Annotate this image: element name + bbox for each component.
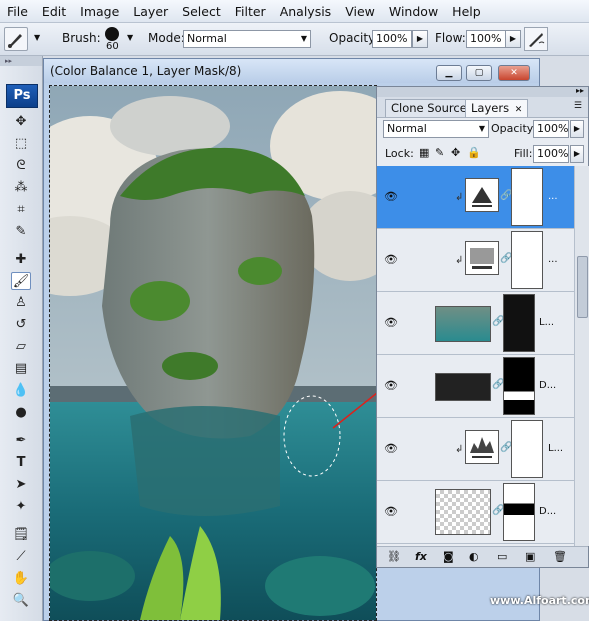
clip-arrow-icon: ↲ bbox=[455, 444, 464, 455]
layer-mask-thumbnail[interactable] bbox=[511, 420, 543, 478]
layer-row-image-1[interactable]: 👁 🔗 L... bbox=[377, 292, 574, 355]
scrollbar-thumb[interactable] bbox=[577, 256, 588, 318]
layer-style-icon[interactable]: fx bbox=[415, 550, 427, 563]
layer-name[interactable]: D... bbox=[539, 380, 556, 391]
delete-layer-icon[interactable]: 🗑 bbox=[553, 550, 567, 563]
close-tab-icon[interactable]: ✕ bbox=[515, 105, 523, 115]
adjustment-thumbnail bbox=[465, 178, 499, 212]
layer-row-image-3[interactable]: 👁 🔗 D... bbox=[377, 481, 574, 544]
layer-opacity-input[interactable]: 100% bbox=[533, 120, 569, 138]
clip-arrow-icon: ↲ bbox=[455, 255, 464, 266]
visibility-eye-icon[interactable]: 👁 bbox=[383, 379, 399, 392]
tab-layers[interactable]: Layers ✕ bbox=[465, 99, 529, 117]
layer-opacity-label: Opacity: bbox=[491, 122, 537, 135]
link-layers-icon[interactable]: ⛓ bbox=[387, 550, 401, 563]
layers-footer: ⛓ fx ◙ ◐ ▭ ▣ 🗑 bbox=[377, 546, 588, 567]
layer-list-scrollbar[interactable] bbox=[574, 166, 589, 546]
adjustment-thumbnail bbox=[465, 430, 499, 464]
tab-clone-source[interactable]: Clone Source bbox=[385, 99, 473, 117]
layer-row-levels[interactable]: 👁 ↲ 🔗 ... bbox=[377, 229, 574, 292]
panel-collapse-icon[interactable]: ▸▸ bbox=[576, 86, 584, 95]
lock-transparency-icon[interactable]: ▦ bbox=[419, 146, 429, 159]
layer-row-image-2[interactable]: 👁 🔗 D... bbox=[377, 355, 574, 418]
visibility-eye-icon[interactable]: 👁 bbox=[383, 442, 399, 455]
layer-name[interactable]: ... bbox=[548, 254, 558, 265]
curves-icon bbox=[470, 248, 494, 269]
fill-input[interactable]: 100% bbox=[533, 145, 569, 163]
layer-mask-thumbnail[interactable] bbox=[503, 483, 535, 541]
layer-name[interactable]: ... bbox=[548, 191, 558, 202]
layer-thumbnail bbox=[435, 489, 491, 535]
layer-mask-thumbnail[interactable] bbox=[503, 294, 535, 352]
watermark-text: www.Alfoart.com bbox=[490, 594, 589, 607]
blend-mode-select[interactable]: Normal ▼ bbox=[383, 120, 489, 138]
visibility-eye-icon[interactable]: 👁 bbox=[383, 505, 399, 518]
layer-row-levels-2[interactable]: 👁 ↲ 🔗 L... bbox=[377, 418, 574, 481]
layer-mask-thumbnail[interactable] bbox=[511, 231, 543, 289]
panel-tabs: Clone Source Layers ✕ ☰ bbox=[377, 97, 588, 118]
visibility-eye-icon[interactable]: 👁 bbox=[383, 190, 399, 203]
lock-pixels-icon[interactable]: ✎ bbox=[435, 146, 444, 159]
layer-mask-thumbnail[interactable] bbox=[511, 168, 543, 226]
fill-slider[interactable]: ▶ bbox=[570, 145, 584, 163]
new-group-icon[interactable]: ▭ bbox=[497, 550, 507, 563]
blend-dropdown-icon: ▼ bbox=[478, 124, 485, 133]
fill-label: Fill: bbox=[514, 147, 533, 160]
add-mask-icon[interactable]: ◙ bbox=[443, 550, 454, 563]
layer-list: 👁 ↲ 🔗 ... 👁 ↲ 🔗 ... 👁 🔗 L... 👁 🔗 D... 👁 … bbox=[377, 166, 574, 546]
adjustment-thumbnail bbox=[465, 241, 499, 275]
new-layer-icon[interactable]: ▣ bbox=[525, 550, 535, 563]
layer-thumbnail bbox=[435, 373, 491, 401]
layer-opacity-slider[interactable]: ▶ bbox=[570, 120, 584, 138]
color-balance-icon bbox=[472, 187, 492, 207]
lock-all-icon[interactable]: 🔒 bbox=[467, 146, 481, 159]
lock-label: Lock: bbox=[385, 147, 414, 160]
panel-menu-icon[interactable]: ☰ bbox=[574, 101, 582, 111]
layer-thumbnail bbox=[435, 306, 491, 342]
tab-layers-label: Layers bbox=[471, 101, 510, 115]
lock-position-icon[interactable]: ✥ bbox=[451, 146, 460, 159]
layer-row-color-balance[interactable]: 👁 ↲ 🔗 ... bbox=[377, 166, 574, 229]
layers-panel: ▸▸ Clone Source Layers ✕ ☰ Normal ▼ Opac… bbox=[376, 86, 589, 568]
layer-name[interactable]: L... bbox=[548, 443, 563, 454]
layer-name[interactable]: D... bbox=[539, 506, 556, 517]
levels-icon bbox=[470, 437, 494, 458]
clip-arrow-icon: ↲ bbox=[455, 192, 464, 203]
layer-mask-thumbnail[interactable] bbox=[503, 357, 535, 415]
visibility-eye-icon[interactable]: 👁 bbox=[383, 253, 399, 266]
visibility-eye-icon[interactable]: 👁 bbox=[383, 316, 399, 329]
new-adjustment-icon[interactable]: ◐ bbox=[469, 550, 479, 563]
layer-name[interactable]: L... bbox=[539, 317, 554, 328]
blend-mode-value: Normal bbox=[387, 122, 427, 135]
